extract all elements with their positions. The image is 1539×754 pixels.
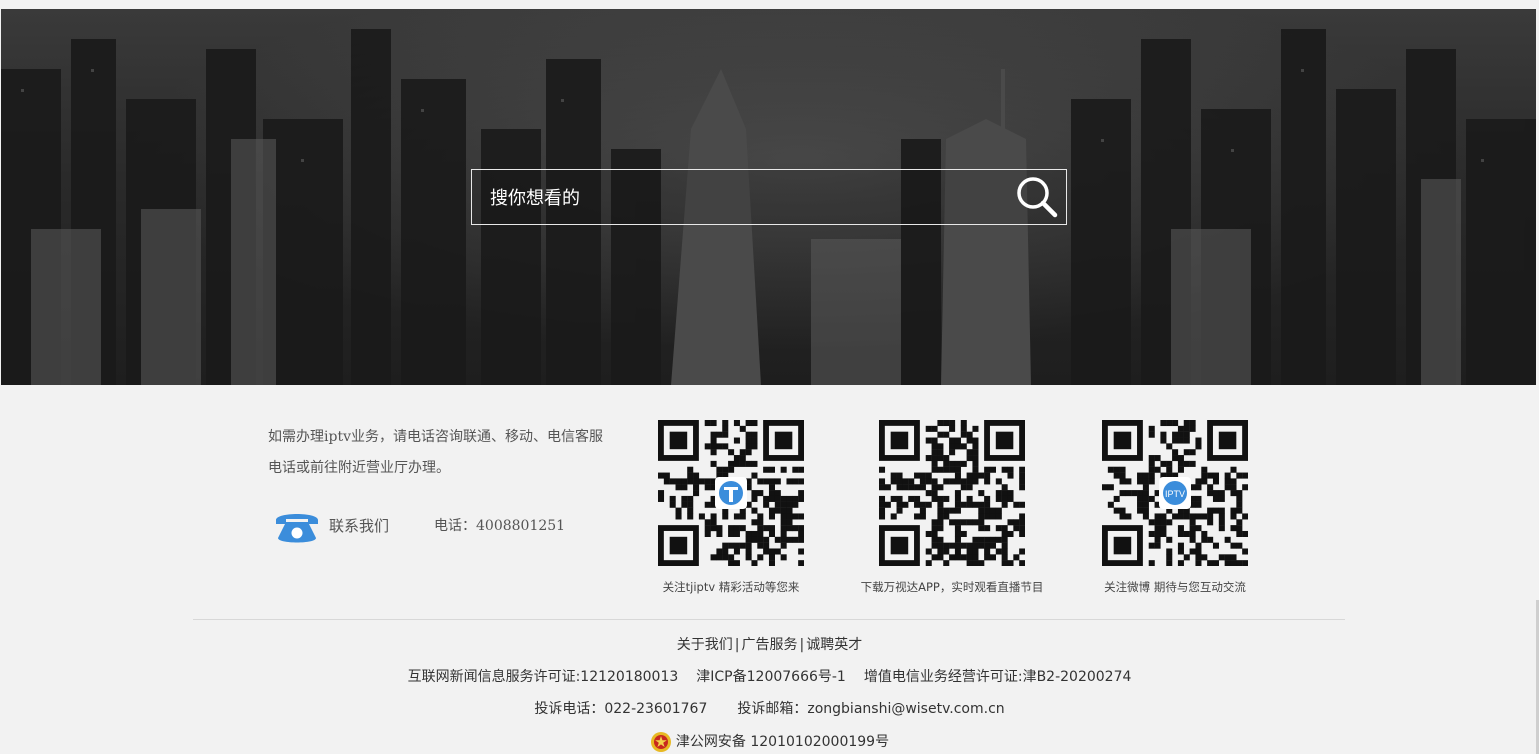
- qr-code-image: [658, 420, 804, 566]
- search-bar: [471, 169, 1067, 225]
- footer-divider: [193, 619, 1345, 620]
- qr-finder-pattern: [890, 431, 909, 450]
- iptv-service-info: 如需办理iptv业务，请电话咨询联通、移动、电信客服电话或前往附近营业厅办理。: [268, 429, 603, 476]
- contact-us: 联系我们 电话：4008801251: [274, 506, 634, 546]
- top-strip: [0, 0, 1539, 9]
- footer-licenses: 互联网新闻信息服务许可证:12120180013 津ICP备12007666号-1…: [0, 666, 1539, 686]
- qr-finder-pattern: [669, 431, 688, 450]
- contact-phone: 电话：4008801251: [434, 518, 566, 534]
- search-icon: [1017, 177, 1058, 218]
- qr-tjiptv: 关注tjiptv 精彩活动等您来: [631, 420, 831, 595]
- search-button[interactable]: [1014, 174, 1060, 220]
- phone-icon: [276, 514, 318, 543]
- qr-code-image: [879, 420, 1025, 566]
- qr-finder-pattern: [1113, 431, 1132, 450]
- qr-weibo: IPTV 关注微博 期待与您互动交流: [1075, 420, 1275, 595]
- qr-caption: 关注微博 期待与您互动交流: [1104, 580, 1246, 594]
- hero-banner: [1, 9, 1536, 385]
- complaint-phone: 投诉电话：022-23601767: [534, 701, 708, 717]
- contact-label: 联系我们: [329, 517, 390, 535]
- qr-finder-pattern: [1218, 431, 1237, 450]
- police-record-link[interactable]: 津公网安备 12010102000199号: [676, 734, 889, 750]
- link-separator: |: [799, 637, 805, 653]
- police-badge-icon: [650, 732, 671, 752]
- qr-finder-pattern: [774, 431, 793, 450]
- qr-caption: 下载万视达APP，实时观看直播节目: [860, 580, 1044, 594]
- footer-police-record: 津公网安备 12010102000199号: [0, 731, 1539, 753]
- complaint-email: 投诉邮箱：zongbianshi@wisetv.com.cn: [737, 701, 1005, 717]
- search-input[interactable]: [488, 182, 1012, 214]
- qr-caption: 关注tjiptv 精彩活动等您来: [662, 580, 800, 594]
- iptv-logo-text: IPTV: [1165, 489, 1185, 499]
- footer-link-ads[interactable]: 广告服务: [742, 637, 798, 653]
- qr-code-image: IPTV: [1102, 420, 1248, 566]
- qr-finder-pattern: [995, 431, 1014, 450]
- footer-links: 关于我们 | 广告服务 | 诚聘英才: [0, 634, 1539, 654]
- link-separator: |: [734, 637, 740, 653]
- qr-finder-pattern: [890, 536, 909, 555]
- qr-finder-pattern: [669, 536, 688, 555]
- footer-complaints: 投诉电话：022-23601767 投诉邮箱：zongbianshi@wisetv…: [0, 698, 1539, 718]
- qr-finder-pattern: [1113, 536, 1132, 555]
- news-license: 互联网新闻信息服务许可证:12120180013: [407, 669, 679, 685]
- telecom-license: 增值电信业务经营许可证:津B2-20200274: [863, 669, 1132, 685]
- footer-link-jobs[interactable]: 诚聘英才: [806, 637, 862, 653]
- icp-record-link[interactable]: 津ICP备12007666号-1: [696, 669, 846, 685]
- qr-app-download: 下载万视达APP，实时观看直播节目: [852, 420, 1052, 595]
- footer-link-about[interactable]: 关于我们: [677, 637, 733, 653]
